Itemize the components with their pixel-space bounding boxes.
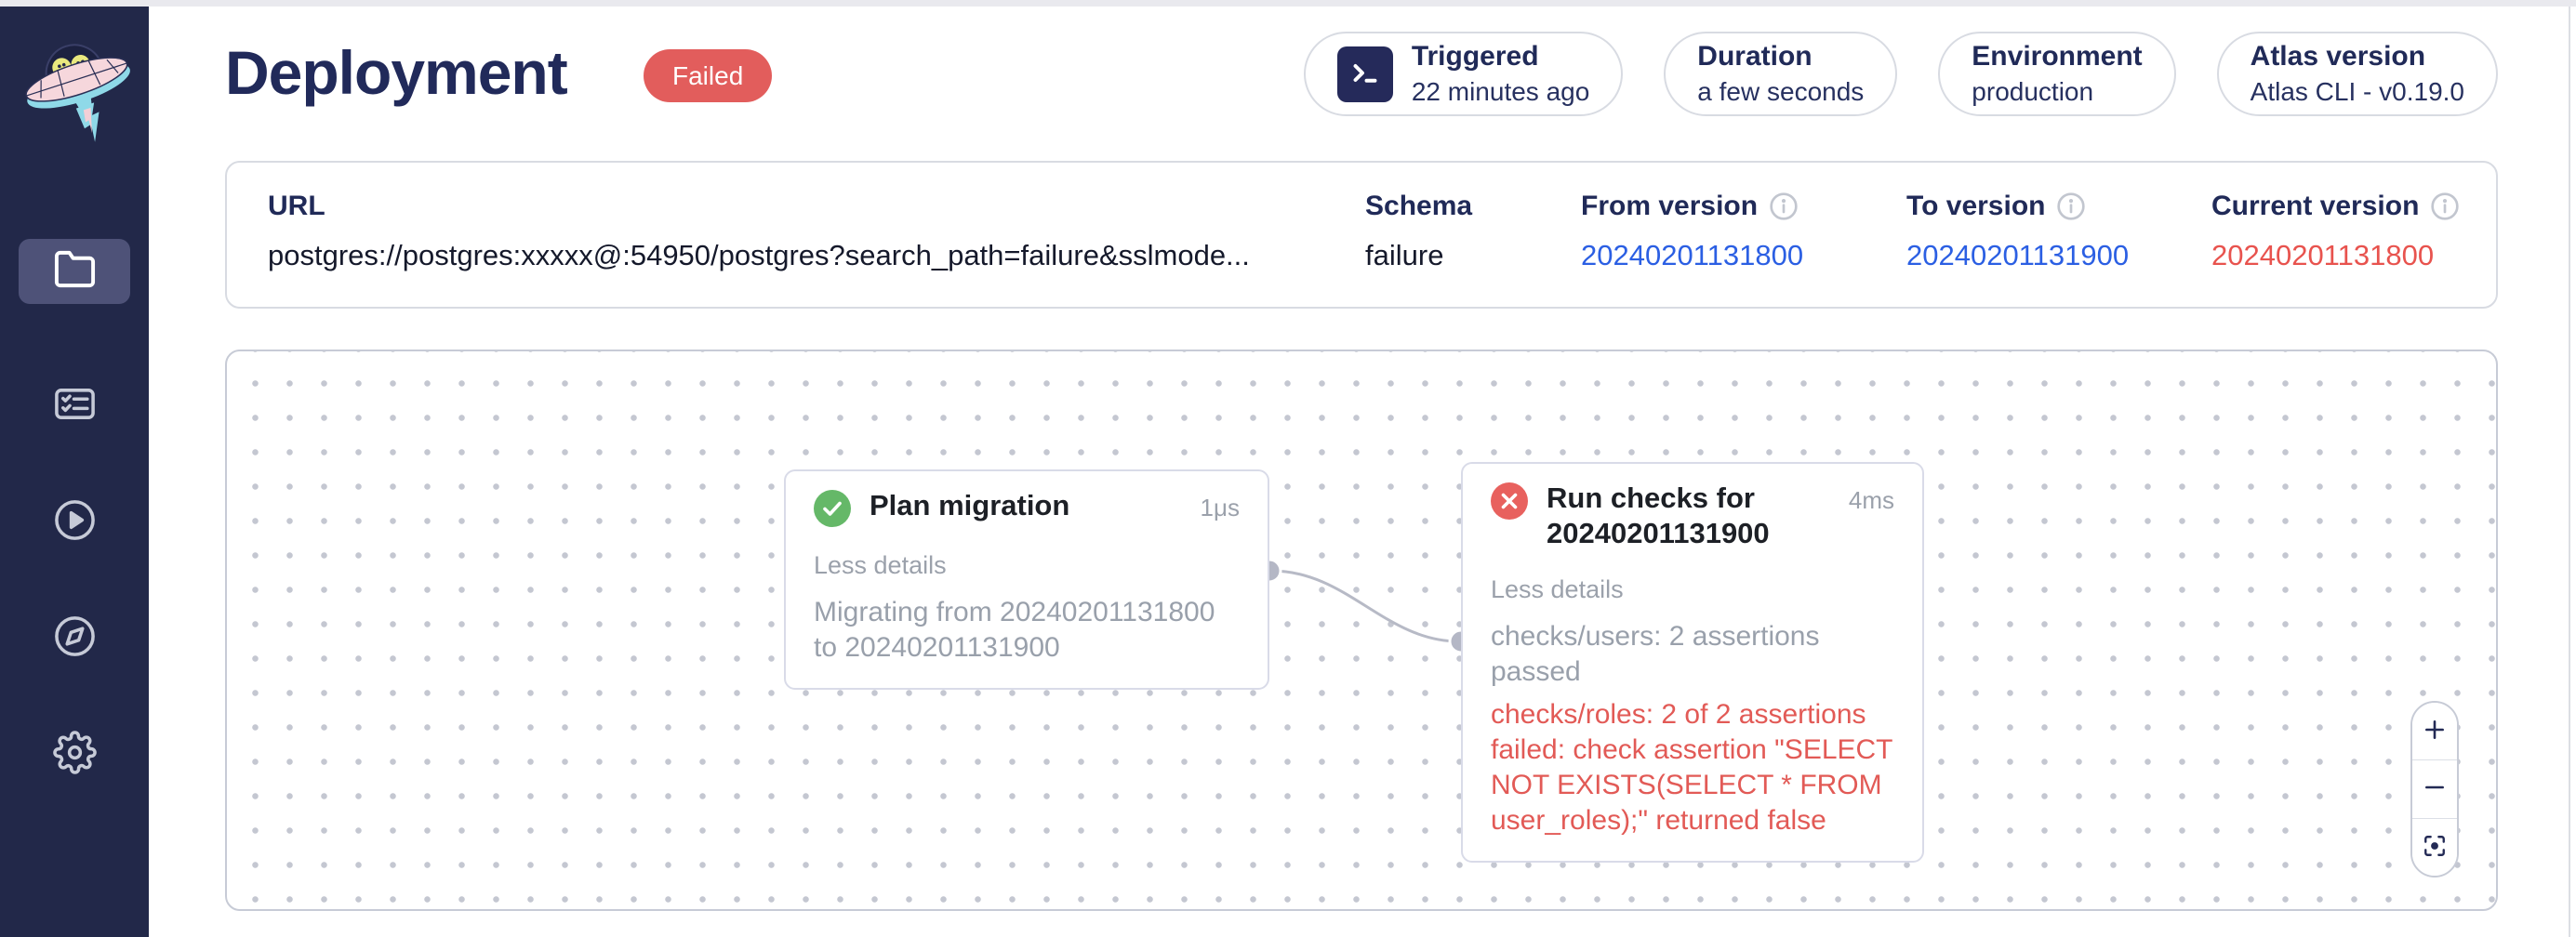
- atlas-logo[interactable]: [13, 18, 136, 148]
- current-version-value: 20240201131800: [2211, 239, 2460, 272]
- to-version-column: To version 20240201131900: [1906, 191, 2129, 272]
- terminal-icon: [1337, 46, 1393, 102]
- node-title: Run checks for 20240201131900: [1547, 481, 1830, 551]
- from-version-column: From version 20240201131800: [1581, 191, 1803, 272]
- url-label: URL: [268, 191, 1250, 222]
- gear-icon: [53, 731, 97, 779]
- fit-view-button[interactable]: [2412, 818, 2457, 876]
- check-circle-icon: [814, 490, 851, 527]
- pill-value: a few seconds: [1697, 77, 1864, 107]
- pill-label: Environment: [1972, 41, 2142, 73]
- info-icon[interactable]: [2056, 191, 2086, 221]
- checklist-icon: [53, 382, 97, 430]
- url-block: URL postgres://postgres:xxxxx@:54950/pos…: [268, 191, 1250, 272]
- page-title: Deployment: [225, 37, 567, 108]
- url-value: postgres://postgres:xxxxx@:54950/postgre…: [268, 239, 1250, 272]
- connection-summary-card: URL postgres://postgres:xxxxx@:54950/pos…: [225, 161, 2498, 309]
- node-detail-text: checks/users: 2 assertions passed: [1491, 619, 1894, 690]
- folder-icon: [53, 247, 97, 296]
- node-run-checks[interactable]: Run checks for 20240201131900 4ms Less d…: [1461, 462, 1924, 863]
- schema-value: failure: [1365, 239, 1472, 272]
- play-circle-icon: [53, 498, 97, 547]
- pill-value: Atlas CLI - v0.19.0: [2251, 77, 2464, 107]
- details-toggle[interactable]: Less details: [1491, 575, 1894, 604]
- plus-icon: [2423, 718, 2447, 745]
- compass-icon: [53, 614, 97, 663]
- fit-view-icon: [2423, 834, 2447, 861]
- pill-environment: Environment production: [1938, 32, 2175, 116]
- node-duration: 4ms: [1849, 486, 1894, 515]
- node-title: Plan migration: [870, 488, 1182, 523]
- pill-atlas-version: Atlas version Atlas CLI - v0.19.0: [2217, 32, 2498, 116]
- status-badge: Failed: [644, 49, 772, 102]
- to-version-link[interactable]: 20240201131900: [1906, 239, 2129, 272]
- node-plan-migration[interactable]: Plan migration 1μs Less details Migratin…: [784, 469, 1269, 690]
- pill-value: 22 minutes ago: [1412, 77, 1589, 107]
- zoom-out-button[interactable]: [2412, 759, 2457, 817]
- window-top-edge: [0, 0, 2576, 7]
- schema-label: Schema: [1365, 191, 1472, 222]
- pill-label: Atlas version: [2251, 41, 2464, 73]
- window-scrollbar-track[interactable]: [2569, 7, 2570, 937]
- sidebar-item-migrations[interactable]: [19, 374, 130, 439]
- pill-duration: Duration a few seconds: [1664, 32, 1897, 116]
- sidebar-item-deployments[interactable]: [19, 239, 130, 304]
- info-icon[interactable]: [2430, 191, 2460, 221]
- flow-edge-layer: [227, 351, 2498, 911]
- pill-value: production: [1972, 77, 2142, 107]
- current-version-column: Current version 20240201131800: [2211, 191, 2460, 272]
- sidebar: [0, 7, 149, 937]
- pill-triggered: Triggered 22 minutes ago: [1304, 32, 1623, 116]
- sidebar-item-runs[interactable]: [19, 490, 130, 555]
- info-icon[interactable]: [1769, 191, 1799, 221]
- to-version-label: To version: [1906, 191, 2045, 222]
- from-version-link[interactable]: 20240201131800: [1581, 239, 1803, 272]
- details-toggle[interactable]: Less details: [814, 551, 1240, 580]
- minus-icon: [2423, 775, 2447, 802]
- deployment-info-pills: Triggered 22 minutes ago Duration a few …: [1304, 32, 2498, 116]
- zoom-in-button[interactable]: [2412, 703, 2457, 759]
- sidebar-item-explore[interactable]: [19, 606, 130, 671]
- flow-canvas[interactable]: Plan migration 1μs Less details Migratin…: [225, 350, 2498, 911]
- node-duration: 1μs: [1201, 494, 1240, 522]
- pill-label: Duration: [1697, 41, 1864, 73]
- pill-label: Triggered: [1412, 41, 1589, 73]
- sidebar-item-settings[interactable]: [19, 722, 130, 787]
- current-version-label: Current version: [2211, 191, 2419, 222]
- node-error-text: checks/roles: 2 of 2 assertions failed: …: [1491, 697, 1894, 838]
- schema-column: Schema failure: [1365, 191, 1472, 272]
- canvas-zoom-controls: [2410, 701, 2459, 878]
- from-version-label: From version: [1581, 191, 1758, 222]
- node-detail-text: Migrating from 20240201131800 to 2024020…: [814, 595, 1240, 666]
- x-circle-icon: [1491, 482, 1528, 520]
